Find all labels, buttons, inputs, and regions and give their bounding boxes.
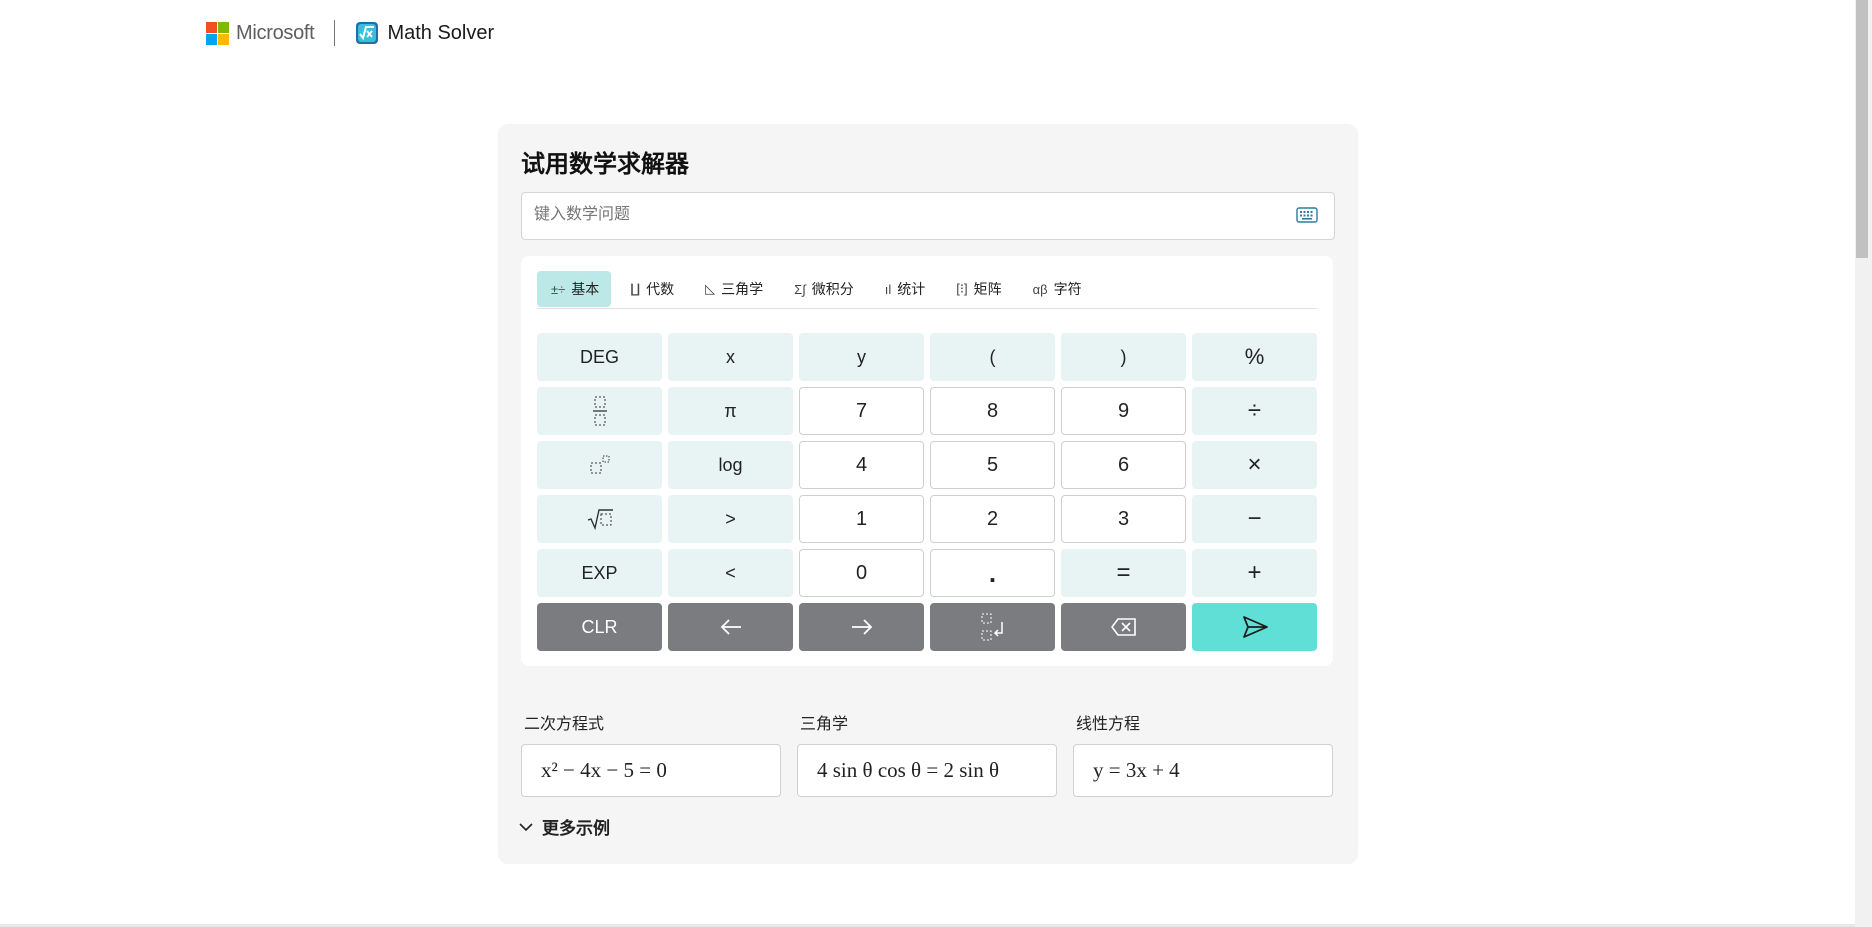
arrow-left-icon <box>720 619 741 635</box>
microsoft-brand[interactable]: Microsoft <box>236 22 315 45</box>
submit-key[interactable] <box>1192 603 1317 651</box>
clear-key[interactable]: CLR <box>537 603 662 651</box>
new-line-key[interactable] <box>930 603 1055 651</box>
log-key[interactable]: log <box>668 441 793 489</box>
basic-icon: ±÷ <box>551 281 566 297</box>
digit-6-key[interactable]: 6 <box>1061 441 1186 489</box>
cursor-right-key[interactable] <box>799 603 924 651</box>
square-root-icon <box>587 509 613 530</box>
fraction-key[interactable] <box>537 387 662 435</box>
digit-9-key[interactable]: 9 <box>1061 387 1186 435</box>
digit-7-key[interactable]: 7 <box>799 387 924 435</box>
tab-label: 代数 <box>646 281 675 297</box>
digit-5-key[interactable]: 5 <box>930 441 1055 489</box>
tab-label: 统计 <box>897 281 926 297</box>
card-title: 试用数学求解器 <box>521 151 689 178</box>
trigonometry-icon: ◺ <box>705 281 716 296</box>
new-line-icon <box>981 613 1003 641</box>
digit-0-key[interactable]: 0 <box>799 549 924 597</box>
arrow-right-icon <box>851 619 872 635</box>
fraction-icon <box>592 396 607 426</box>
tab-trigonometry[interactable]: ◺ 三角学 <box>691 271 775 307</box>
keypad-grid: DEG x y ( ) % π 7 8 9 ÷ log 4 5 6 × > 1 … <box>537 333 1317 651</box>
example-expression[interactable]: 4 sin θ cos θ = 2 sin θ <box>797 744 1057 797</box>
exponent-key[interactable] <box>537 441 662 489</box>
backspace-icon <box>1110 618 1136 636</box>
less-than-key[interactable]: < <box>668 549 793 597</box>
send-icon <box>1242 616 1268 638</box>
tab-algebra[interactable]: ∐ 代数 <box>616 271 686 307</box>
example-label: 二次方程式 <box>524 716 605 733</box>
keyboard-icon[interactable] <box>1296 206 1318 224</box>
equals-key[interactable]: = <box>1061 549 1186 597</box>
digit-8-key[interactable]: 8 <box>930 387 1055 435</box>
divide-key[interactable]: ÷ <box>1192 387 1317 435</box>
exp-key[interactable]: EXP <box>537 549 662 597</box>
algebra-icon: ∐ <box>630 281 641 296</box>
more-examples-button[interactable]: 更多示例 <box>518 814 610 839</box>
page-scrollbar[interactable] <box>1855 0 1872 927</box>
calculus-icon: Σ∫ <box>794 281 806 297</box>
tab-statistics[interactable]: ıl 统计 <box>871 271 938 307</box>
keypad-tabs: ±÷ 基本 ∐ 代数 ◺ 三角学 Σ∫ 微积分 ıl 统计 [⁝] 矩阵 αβ 字符 <box>537 271 1317 309</box>
x-key[interactable]: x <box>668 333 793 381</box>
characters-icon: αβ <box>1032 281 1048 297</box>
more-examples-label: 更多示例 <box>542 819 610 838</box>
math-solver-card: 试用数学求解器 ±÷ 基本 ∐ 代数 ◺ 三角学 Σ∫ 微积分 ıl 统计 [⁝] 矩阵 α… <box>498 124 1358 864</box>
scrollbar-thumb[interactable] <box>1856 0 1868 258</box>
minus-key[interactable]: − <box>1192 495 1317 543</box>
sqrt-key[interactable] <box>537 495 662 543</box>
math-problem-input[interactable] <box>522 193 1286 237</box>
chevron-down-icon <box>519 822 533 831</box>
statistics-icon: ıl <box>884 281 892 297</box>
multiply-key[interactable]: × <box>1192 441 1317 489</box>
digit-3-key[interactable]: 3 <box>1061 495 1186 543</box>
tab-basic[interactable]: ±÷ 基本 <box>537 271 612 307</box>
exponent-icon <box>590 455 609 474</box>
tab-matrix[interactable]: [⁝] 矩阵 <box>942 271 1013 307</box>
backspace-key[interactable] <box>1061 603 1186 651</box>
percent-key[interactable]: % <box>1192 333 1317 381</box>
math-input-field[interactable] <box>521 192 1335 240</box>
open-paren-key[interactable]: ( <box>930 333 1055 381</box>
microsoft-logo-icon[interactable] <box>206 21 229 45</box>
digit-4-key[interactable]: 4 <box>799 441 924 489</box>
example-expression[interactable]: y = 3x + 4 <box>1073 744 1333 797</box>
example-linear: 线性方程 y = 3x + 4 <box>1073 710 1333 797</box>
example-expression[interactable]: x² − 4x − 5 = 0 <box>521 744 781 797</box>
y-key[interactable]: y <box>799 333 924 381</box>
tab-label: 三角学 <box>721 281 764 297</box>
site-header: Microsoft Math Solver <box>206 18 494 48</box>
tab-label: 微积分 <box>811 281 854 297</box>
tab-calculus[interactable]: Σ∫ 微积分 <box>780 271 866 307</box>
math-solver-logo-icon[interactable] <box>355 21 379 45</box>
example-quadratic: 二次方程式 x² − 4x − 5 = 0 <box>521 710 781 797</box>
math-solver-title[interactable]: Math Solver <box>387 22 494 45</box>
digit-2-key[interactable]: 2 <box>930 495 1055 543</box>
tab-label: 矩阵 <box>973 281 1002 297</box>
matrix-icon: [⁝] <box>956 281 968 296</box>
cursor-left-key[interactable] <box>668 603 793 651</box>
tab-label: 基本 <box>571 281 600 297</box>
example-trigonometry: 三角学 4 sin θ cos θ = 2 sin θ <box>797 710 1057 797</box>
example-label: 线性方程 <box>1076 716 1141 733</box>
decimal-point-key[interactable]: . <box>930 549 1055 597</box>
header-divider <box>334 20 336 46</box>
deg-key[interactable]: DEG <box>537 333 662 381</box>
math-keypad-panel: ±÷ 基本 ∐ 代数 ◺ 三角学 Σ∫ 微积分 ıl 统计 [⁝] 矩阵 αβ 字符 DEG … <box>521 256 1333 666</box>
digit-1-key[interactable]: 1 <box>799 495 924 543</box>
pi-key[interactable]: π <box>668 387 793 435</box>
tab-characters[interactable]: αβ 字符 <box>1019 271 1094 307</box>
plus-key[interactable]: + <box>1192 549 1317 597</box>
greater-than-key[interactable]: > <box>668 495 793 543</box>
example-label: 三角学 <box>800 716 849 733</box>
close-paren-key[interactable]: ) <box>1061 333 1186 381</box>
tab-label: 字符 <box>1053 281 1082 297</box>
